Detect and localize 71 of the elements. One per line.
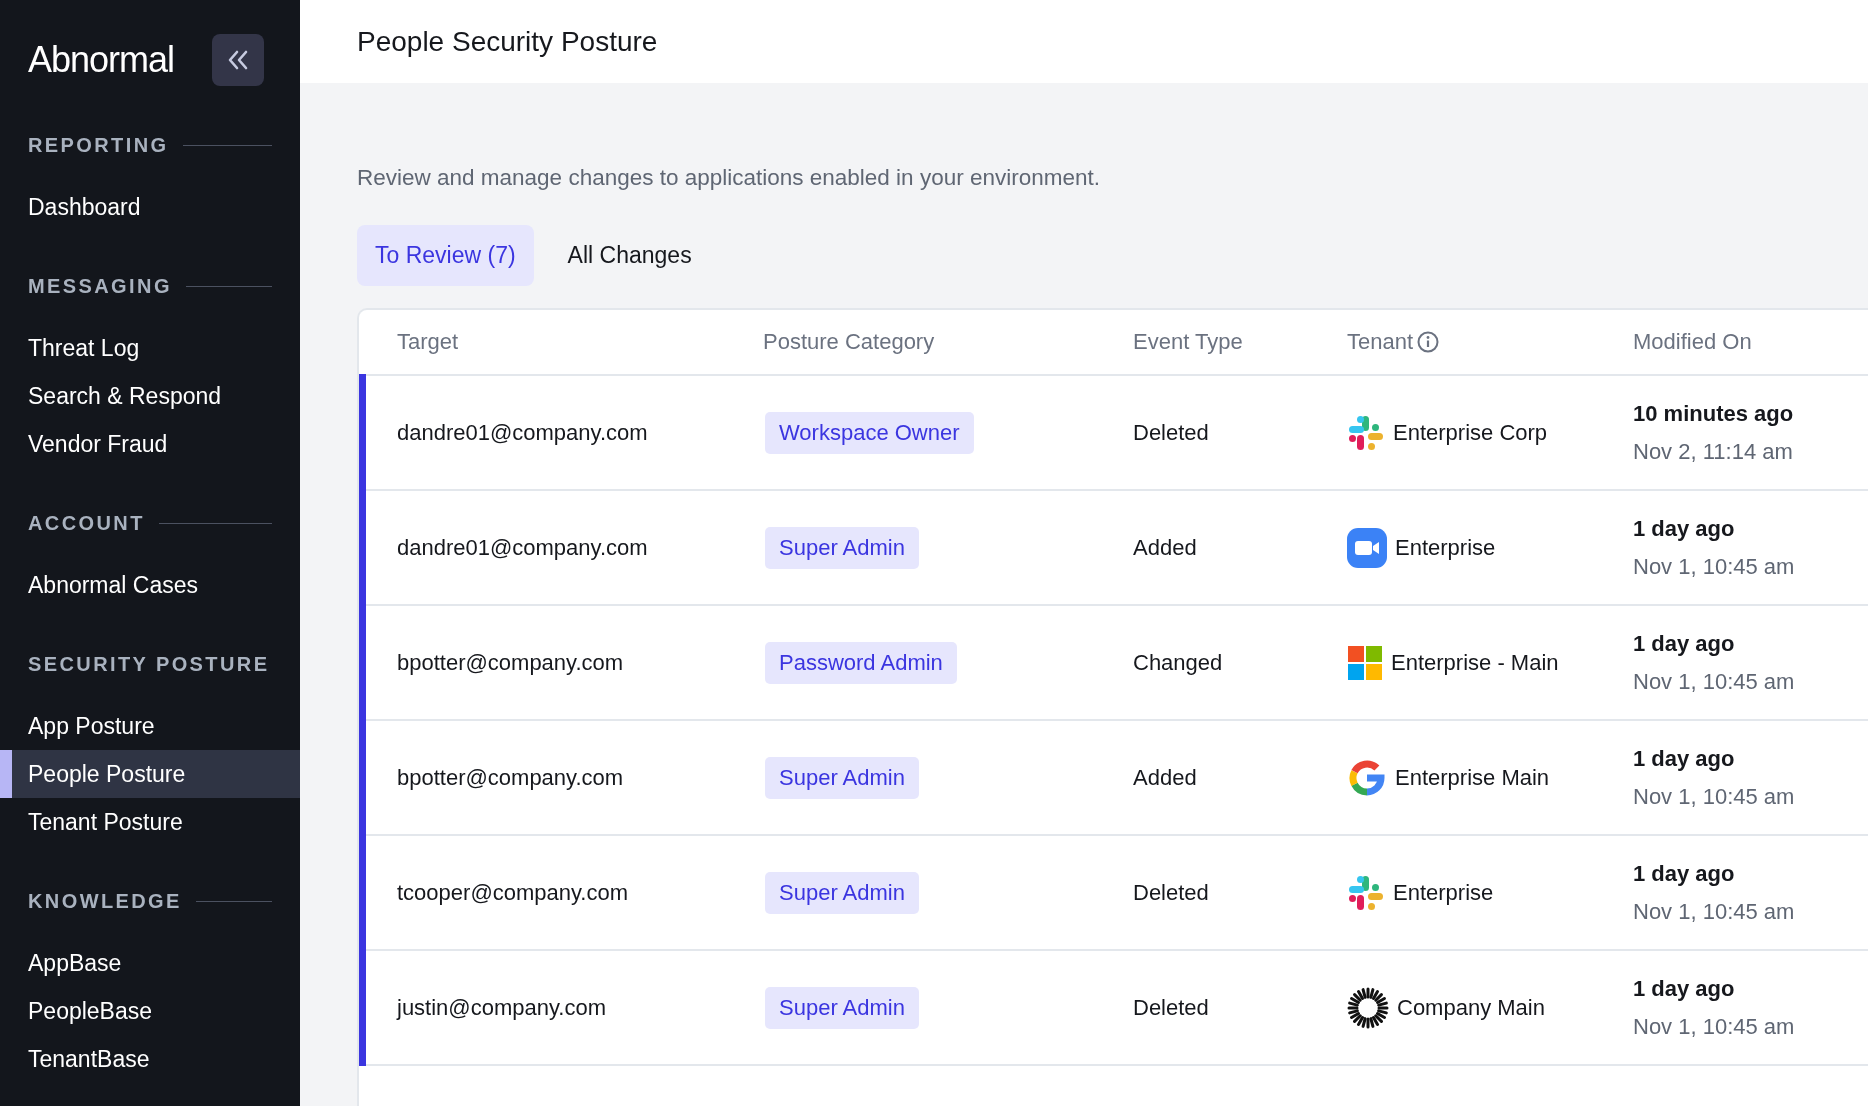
modified-date: Nov 1, 10:45 am xyxy=(1633,1013,1795,1040)
modified-relative: 1 day ago xyxy=(1633,745,1735,772)
event-type: Deleted xyxy=(1133,879,1209,906)
modified-date: Nov 1, 10:45 am xyxy=(1633,668,1795,695)
video-camera-icon xyxy=(1347,527,1387,568)
four-squares-icon xyxy=(1347,644,1383,681)
tenant-name: Enterprise Corp xyxy=(1393,419,1548,446)
target-email: bpotter@company.com xyxy=(397,764,624,791)
nav-item[interactable]: Tenant Posture xyxy=(0,798,300,846)
modified-relative: 1 day ago xyxy=(1633,860,1735,887)
tab[interactable]: All Changes xyxy=(549,225,710,286)
nav-item[interactable]: AppBase xyxy=(0,939,300,987)
nav-item[interactable]: PeopleBase xyxy=(0,987,300,1035)
nav-item[interactable]: Threat Log xyxy=(0,324,300,372)
nav-item[interactable]: App Posture xyxy=(0,702,300,750)
modified-date: Nov 1, 10:45 am xyxy=(1633,898,1795,925)
section-heading: ACCOUNT xyxy=(28,512,145,535)
column-header: Target xyxy=(397,329,459,355)
tenant-name: Company Main xyxy=(1397,994,1545,1021)
target-email: dandre01@company.com xyxy=(397,534,648,561)
column-header: Modified On xyxy=(1633,329,1752,355)
modified-date: Nov 1, 10:45 am xyxy=(1633,553,1795,580)
category-tag: Super Admin xyxy=(765,986,919,1029)
modified-date: Nov 2, 11:14 am xyxy=(1633,438,1793,465)
page-description: Review and manage changes to applications enabled in your environment. xyxy=(357,165,1101,191)
target-email: tcooper@company.com xyxy=(397,879,629,906)
tenant-name: Enterprise xyxy=(1395,534,1496,561)
nav-item[interactable]: TenantBase xyxy=(0,1035,300,1083)
nav-item[interactable]: Search & Respond xyxy=(0,372,300,420)
section-heading: REPORTING xyxy=(28,134,169,157)
category-tag: Workspace Owner xyxy=(765,411,974,454)
nav-item[interactable]: Abnormal Cases xyxy=(0,561,300,609)
modified-relative: 1 day ago xyxy=(1633,975,1735,1002)
event-type: Changed xyxy=(1133,649,1223,676)
column-header: Posture Category xyxy=(763,329,935,355)
tab[interactable]: To Review (7) xyxy=(357,225,534,286)
nav-item[interactable]: People Posture xyxy=(0,750,300,798)
logo-wordmark: Abnormal xyxy=(28,39,175,81)
target-email: bpotter@company.com xyxy=(397,649,624,676)
category-tag: Password Admin xyxy=(765,641,957,684)
tenant-name: Enterprise - Main xyxy=(1391,649,1559,676)
hash-logo-icon xyxy=(1347,413,1385,452)
tenant-name: Enterprise Main xyxy=(1395,764,1550,791)
info-icon xyxy=(1417,331,1440,353)
modified-date: Nov 1, 10:45 am xyxy=(1633,783,1795,810)
modified-relative: 10 minutes ago xyxy=(1633,400,1794,427)
event-type: Deleted xyxy=(1133,419,1209,446)
event-type: Deleted xyxy=(1133,994,1209,1021)
section-heading: SECURITY POSTURE xyxy=(28,653,270,676)
nav-item[interactable]: Dashboard xyxy=(0,183,300,231)
event-type: Added xyxy=(1133,534,1197,561)
nav-item[interactable]: Vendor Fraud xyxy=(0,420,300,468)
target-email: justin@company.com xyxy=(397,994,606,1021)
category-tag: Super Admin xyxy=(765,526,919,569)
modified-relative: 1 day ago xyxy=(1633,515,1735,542)
modified-relative: 1 day ago xyxy=(1633,630,1735,657)
collapse-sidebar-button[interactable] xyxy=(212,34,264,86)
category-tag: Super Admin xyxy=(765,756,919,799)
category-tag: Super Admin xyxy=(765,871,919,914)
g-letter-icon xyxy=(1347,757,1387,798)
sunburst-icon xyxy=(1347,986,1389,1029)
section-heading: MESSAGING xyxy=(28,275,172,298)
tenant-name: Enterprise xyxy=(1393,879,1494,906)
event-type: Added xyxy=(1133,764,1197,791)
double-chevron-left-icon xyxy=(227,49,249,71)
target-email: dandre01@company.com xyxy=(397,419,648,446)
column-header: Tenant xyxy=(1347,329,1414,355)
section-heading: KNOWLEDGE xyxy=(28,890,182,913)
hash-logo-icon xyxy=(1347,873,1385,912)
column-header: Event Type xyxy=(1133,329,1243,355)
page-title: People Security Posture xyxy=(357,25,658,58)
